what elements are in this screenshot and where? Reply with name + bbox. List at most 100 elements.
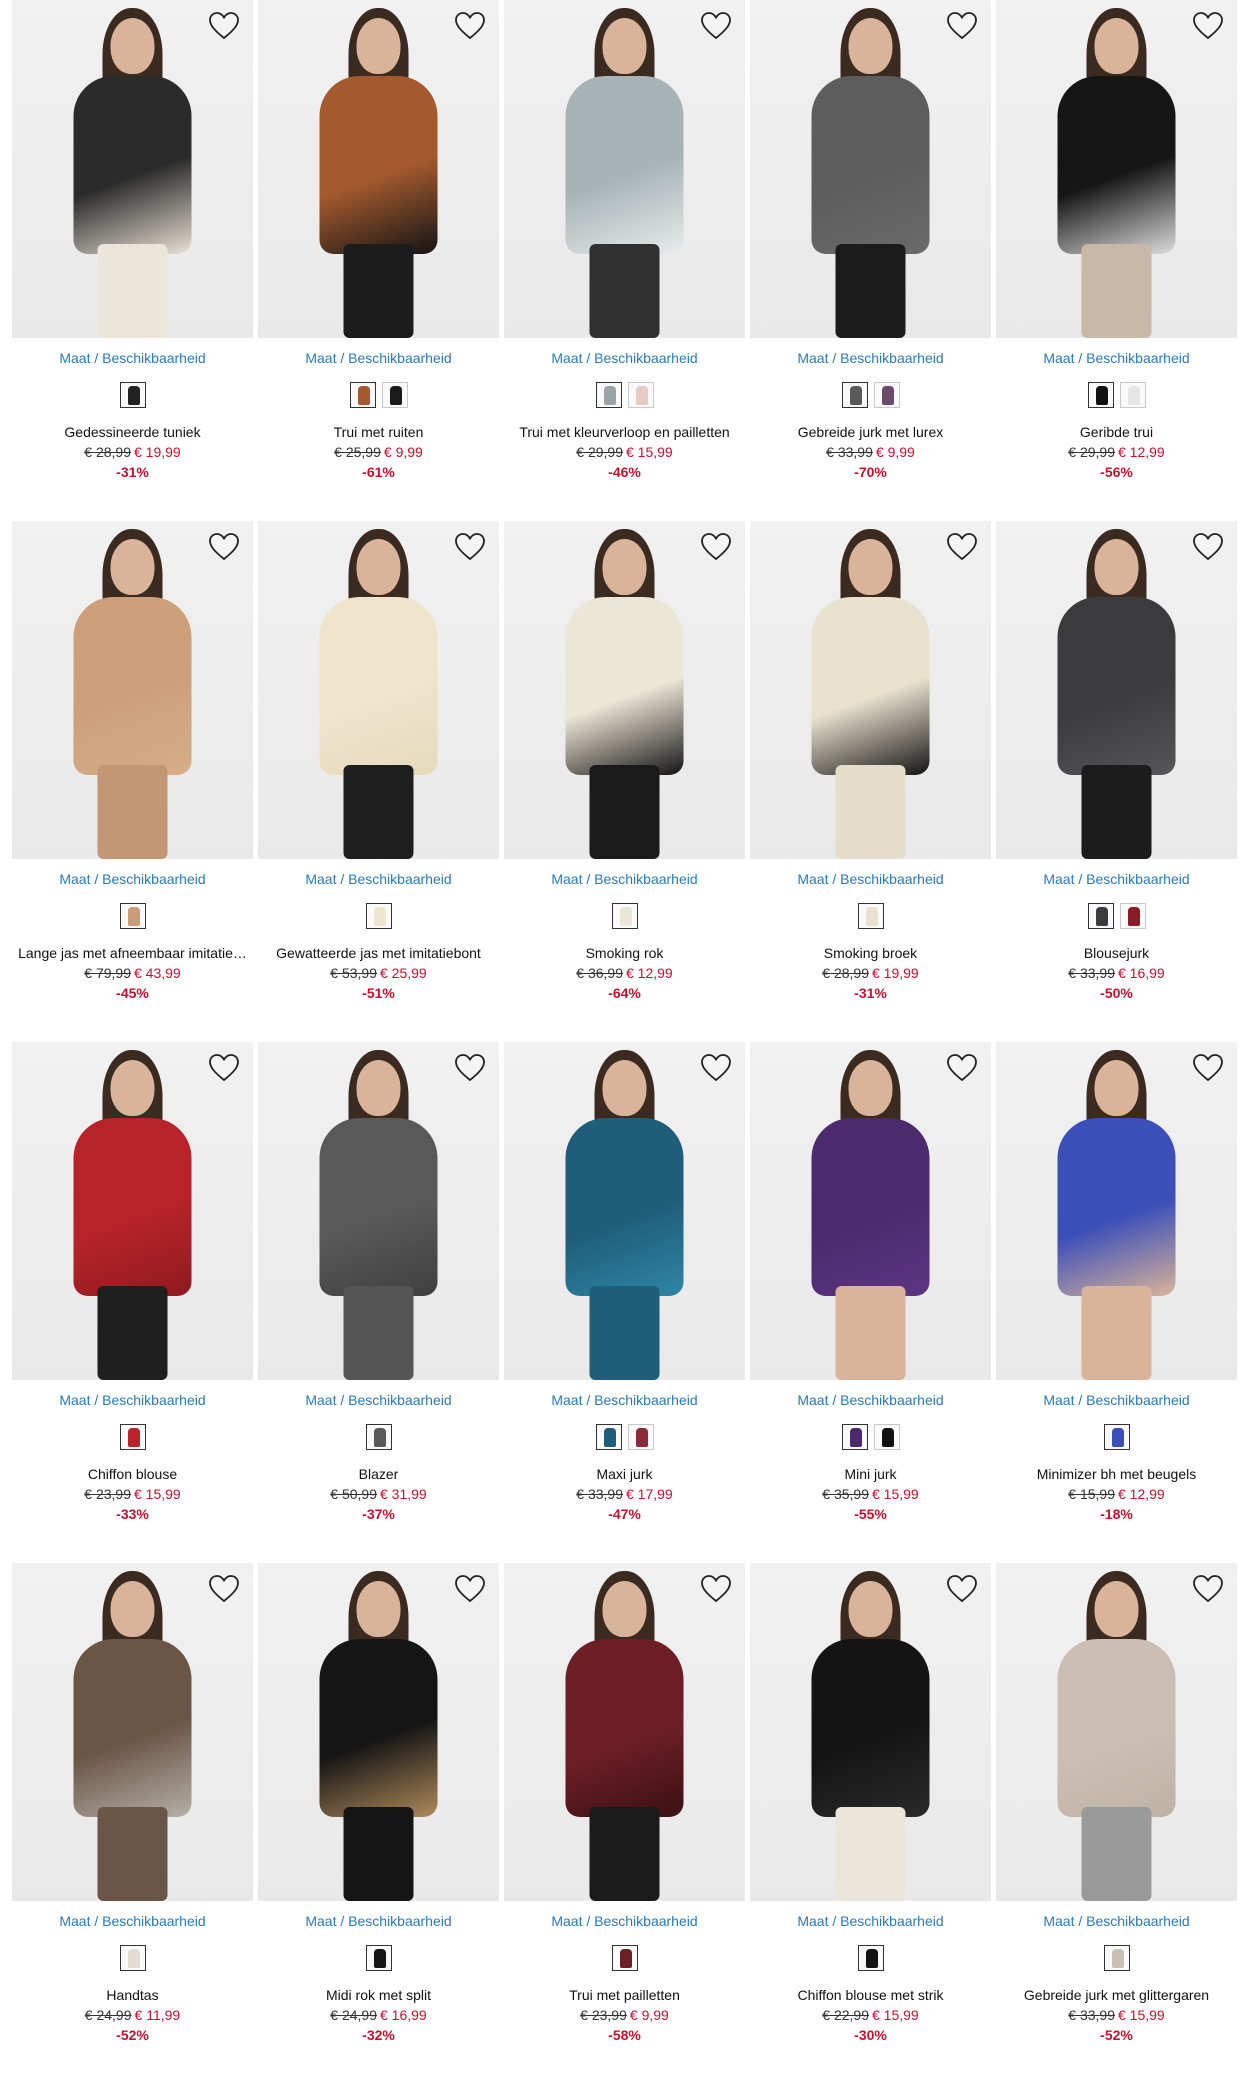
color-swatch[interactable] xyxy=(365,1424,392,1450)
color-swatch[interactable] xyxy=(611,1945,638,1971)
product-card[interactable]: Maat / Beschikbaarheid Blousejurk € 33,99 €… xyxy=(996,521,1237,1042)
wishlist-heart-icon[interactable] xyxy=(207,531,241,563)
color-swatch[interactable] xyxy=(119,1945,146,1971)
wishlist-heart-icon[interactable] xyxy=(1191,10,1225,42)
product-name[interactable]: Gebreide jurk met lurex xyxy=(750,424,991,440)
size-availability-link[interactable]: Maat / Beschikbaarheid xyxy=(996,871,1237,887)
size-availability-link[interactable]: Maat / Beschikbaarheid xyxy=(504,1392,745,1408)
wishlist-heart-icon[interactable] xyxy=(207,1573,241,1605)
product-card[interactable]: Maat / Beschikbaarheid Minimizer bh met b… xyxy=(996,1042,1237,1563)
wishlist-heart-icon[interactable] xyxy=(699,10,733,42)
product-name[interactable]: Minimizer bh met beugels xyxy=(996,1466,1237,1482)
product-name[interactable]: Gedessineerde tuniek xyxy=(12,424,253,440)
product-image[interactable] xyxy=(12,1563,253,1901)
color-swatch[interactable] xyxy=(365,903,392,929)
product-card[interactable]: Maat / Beschikbaarheid Smoking rok € 36,99… xyxy=(504,521,745,1042)
product-card[interactable]: Maat / Beschikbaarheid Gewatteerde jas me… xyxy=(258,521,499,1042)
wishlist-heart-icon[interactable] xyxy=(207,1052,241,1084)
product-name[interactable]: Chiffon blouse met strik xyxy=(750,1987,991,2003)
wishlist-heart-icon[interactable] xyxy=(1191,531,1225,563)
product-card[interactable]: Maat / Beschikbaarheid Smoking broek € 28,… xyxy=(750,521,991,1042)
color-swatch[interactable] xyxy=(627,382,654,408)
product-card[interactable]: Maat / Beschikbaarheid Blazer € 50,99 € 31,… xyxy=(258,1042,499,1563)
product-name[interactable]: Handtas xyxy=(12,1987,253,2003)
size-availability-link[interactable]: Maat / Beschikbaarheid xyxy=(12,871,253,887)
wishlist-heart-icon[interactable] xyxy=(453,531,487,563)
product-name[interactable]: Trui met kleurverloop en pailletten xyxy=(504,424,745,440)
wishlist-heart-icon[interactable] xyxy=(1191,1573,1225,1605)
color-swatch[interactable] xyxy=(119,382,146,408)
product-name[interactable]: Maxi jurk xyxy=(504,1466,745,1482)
product-image[interactable] xyxy=(258,1042,499,1380)
color-swatch[interactable] xyxy=(595,1424,622,1450)
product-name[interactable]: Smoking rok xyxy=(504,945,745,961)
size-availability-link[interactable]: Maat / Beschikbaarheid xyxy=(504,1913,745,1929)
product-image[interactable] xyxy=(750,0,991,338)
color-swatch[interactable] xyxy=(1103,1424,1130,1450)
product-card[interactable]: Maat / Beschikbaarheid Handtas € 24,99 € 11… xyxy=(12,1563,253,2084)
product-card[interactable]: Maat / Beschikbaarheid Chiffon blouse € 23… xyxy=(12,1042,253,1563)
color-swatch[interactable] xyxy=(119,1424,146,1450)
wishlist-heart-icon[interactable] xyxy=(945,1573,979,1605)
size-availability-link[interactable]: Maat / Beschikbaarheid xyxy=(996,350,1237,366)
size-availability-link[interactable]: Maat / Beschikbaarheid xyxy=(750,871,991,887)
product-image[interactable] xyxy=(12,0,253,338)
wishlist-heart-icon[interactable] xyxy=(1191,1052,1225,1084)
product-name[interactable]: Midi rok met split xyxy=(258,1987,499,2003)
product-name[interactable]: Smoking broek xyxy=(750,945,991,961)
wishlist-heart-icon[interactable] xyxy=(699,1573,733,1605)
size-availability-link[interactable]: Maat / Beschikbaarheid xyxy=(258,350,499,366)
product-card[interactable]: Maat / Beschikbaarheid Chiffon blouse met… xyxy=(750,1563,991,2084)
product-card[interactable]: Maat / Beschikbaarheid Trui met ruiten € 2… xyxy=(258,0,499,521)
wishlist-heart-icon[interactable] xyxy=(453,1052,487,1084)
color-swatch[interactable] xyxy=(1087,382,1114,408)
size-availability-link[interactable]: Maat / Beschikbaarheid xyxy=(12,1913,253,1929)
product-card[interactable]: Maat / Beschikbaarheid Lange jas met afne… xyxy=(12,521,253,1042)
size-availability-link[interactable]: Maat / Beschikbaarheid xyxy=(258,1392,499,1408)
product-image[interactable] xyxy=(504,521,745,859)
product-card[interactable]: Maat / Beschikbaarheid Gebreide jurk met … xyxy=(750,0,991,521)
product-name[interactable]: Trui met ruiten xyxy=(258,424,499,440)
color-swatch[interactable] xyxy=(873,382,900,408)
product-name[interactable]: Blousejurk xyxy=(996,945,1237,961)
product-image[interactable] xyxy=(750,1042,991,1380)
product-image[interactable] xyxy=(504,1042,745,1380)
color-swatch[interactable] xyxy=(1087,903,1114,929)
product-image[interactable] xyxy=(996,1042,1237,1380)
wishlist-heart-icon[interactable] xyxy=(945,10,979,42)
size-availability-link[interactable]: Maat / Beschikbaarheid xyxy=(12,350,253,366)
color-swatch[interactable] xyxy=(1103,1945,1130,1971)
product-name[interactable]: Gebreide jurk met glittergaren xyxy=(996,1987,1237,2003)
color-swatch[interactable] xyxy=(119,903,146,929)
wishlist-heart-icon[interactable] xyxy=(945,1052,979,1084)
product-name[interactable]: Geribde trui xyxy=(996,424,1237,440)
size-availability-link[interactable]: Maat / Beschikbaarheid xyxy=(258,1913,499,1929)
size-availability-link[interactable]: Maat / Beschikbaarheid xyxy=(504,871,745,887)
wishlist-heart-icon[interactable] xyxy=(699,531,733,563)
size-availability-link[interactable]: Maat / Beschikbaarheid xyxy=(996,1392,1237,1408)
product-image[interactable] xyxy=(12,521,253,859)
color-swatch[interactable] xyxy=(857,1945,884,1971)
wishlist-heart-icon[interactable] xyxy=(453,10,487,42)
size-availability-link[interactable]: Maat / Beschikbaarheid xyxy=(504,350,745,366)
product-name[interactable]: Trui met pailletten xyxy=(504,1987,745,2003)
size-availability-link[interactable]: Maat / Beschikbaarheid xyxy=(750,1392,991,1408)
wishlist-heart-icon[interactable] xyxy=(699,1052,733,1084)
product-name[interactable]: Mini jurk xyxy=(750,1466,991,1482)
product-image[interactable] xyxy=(258,1563,499,1901)
product-image[interactable] xyxy=(12,1042,253,1380)
product-image[interactable] xyxy=(996,521,1237,859)
product-card[interactable]: Maat / Beschikbaarheid Midi rok met split… xyxy=(258,1563,499,2084)
product-card[interactable]: Maat / Beschikbaarheid Trui met kleurverl… xyxy=(504,0,745,521)
product-name[interactable]: Gewatteerde jas met imitatiebont xyxy=(258,945,499,961)
size-availability-link[interactable]: Maat / Beschikbaarheid xyxy=(750,1913,991,1929)
color-swatch[interactable] xyxy=(611,903,638,929)
product-card[interactable]: Maat / Beschikbaarheid Maxi jurk € 33,99 € … xyxy=(504,1042,745,1563)
wishlist-heart-icon[interactable] xyxy=(945,531,979,563)
color-swatch[interactable] xyxy=(595,382,622,408)
color-swatch[interactable] xyxy=(841,1424,868,1450)
color-swatch[interactable] xyxy=(365,1945,392,1971)
size-availability-link[interactable]: Maat / Beschikbaarheid xyxy=(12,1392,253,1408)
size-availability-link[interactable]: Maat / Beschikbaarheid xyxy=(996,1913,1237,1929)
product-image[interactable] xyxy=(750,1563,991,1901)
